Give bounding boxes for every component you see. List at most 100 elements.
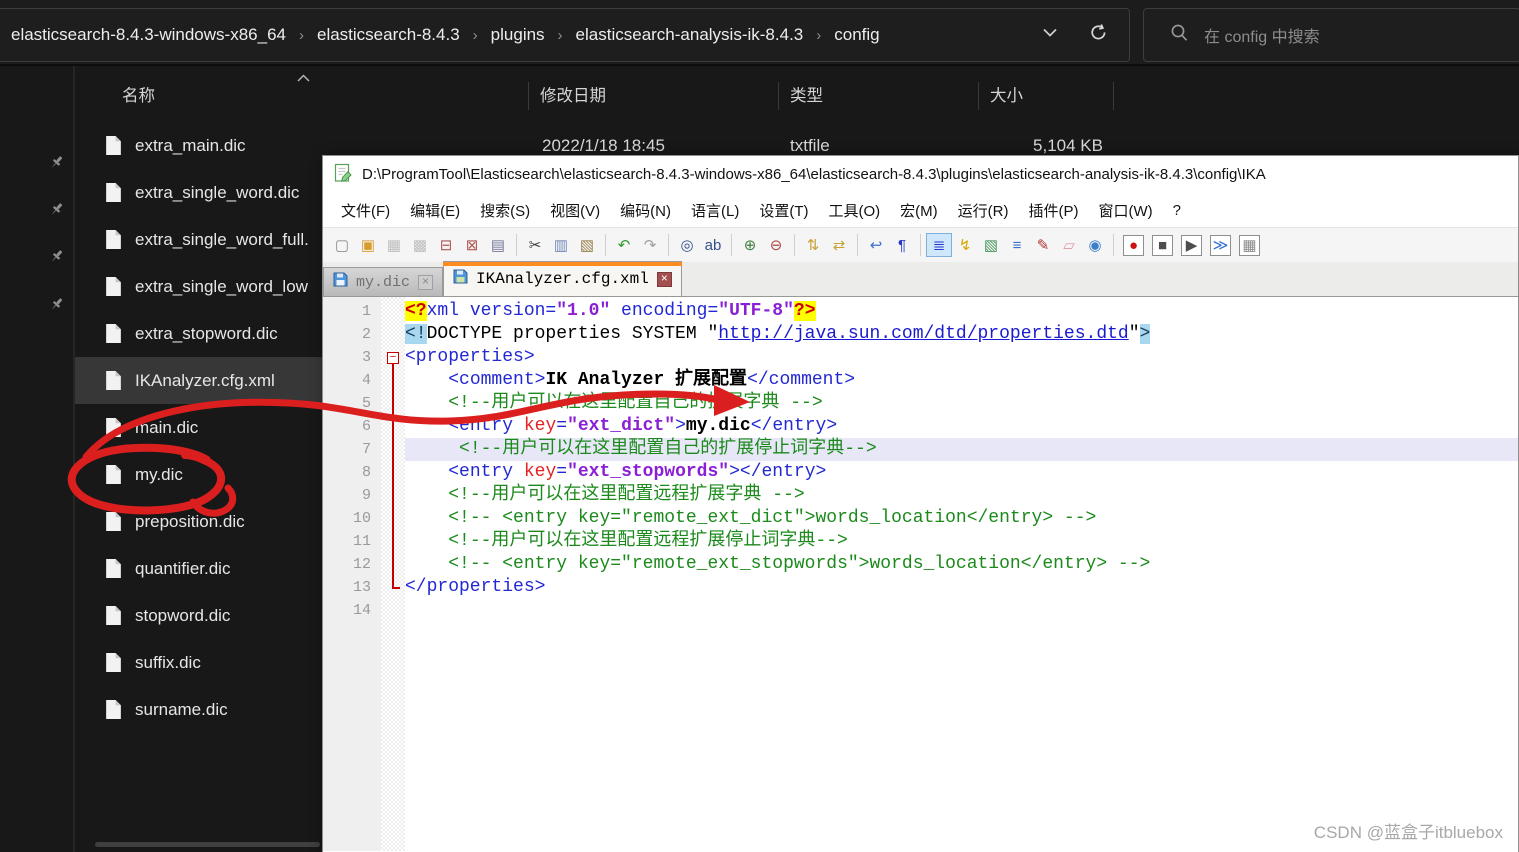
menu-窗口w[interactable]: 窗口(W): [1088, 196, 1162, 225]
macro-save-icon[interactable]: ▦: [1239, 234, 1260, 256]
close-tab-icon[interactable]: ×: [418, 274, 434, 290]
breadcrumb-item[interactable]: plugins: [491, 25, 545, 45]
fold-margin-cell: [381, 392, 405, 415]
menu-运行r[interactable]: 运行(R): [948, 196, 1019, 225]
file-name: extra_single_word_full.: [135, 229, 309, 249]
cut-icon[interactable]: ✂: [522, 233, 548, 257]
show-all-chars-icon[interactable]: ≣: [926, 233, 952, 257]
code-line-10[interactable]: <!-- <entry key="remote_ext_dict">words_…: [405, 507, 1518, 530]
sync-scroll-v-icon[interactable]: ⇅: [800, 233, 826, 257]
saved-file-icon: [453, 269, 468, 289]
code-line-6[interactable]: <entry key="ext_dict">my.dic</entry>: [405, 415, 1518, 438]
column-header-date[interactable]: 修改日期: [540, 82, 606, 106]
search-icon: [1170, 23, 1189, 47]
doc-map-icon[interactable]: ▧: [978, 233, 1004, 257]
function-list-icon[interactable]: ≡: [1004, 233, 1030, 257]
toolbar-separator: [668, 234, 669, 256]
code-line-7[interactable]: <!--用户可以在这里配置自己的扩展停止词字典-->: [405, 438, 1518, 461]
code-line-12[interactable]: <!-- <entry key="remote_ext_stopwords">w…: [405, 553, 1518, 576]
refresh-icon[interactable]: [1088, 22, 1109, 48]
menu-语言l[interactable]: 语言(L): [681, 196, 749, 225]
sort-ascending-icon[interactable]: [296, 70, 311, 88]
macro-run-multiple-icon[interactable]: ≫: [1210, 234, 1231, 256]
breadcrumb-item[interactable]: elasticsearch-8.4.3-windows-x86_64: [11, 25, 286, 45]
macro-play-icon[interactable]: ▶: [1181, 234, 1202, 256]
undo-icon[interactable]: ↶: [611, 233, 637, 257]
menu-文件f[interactable]: 文件(F): [331, 196, 400, 225]
menu-宏m[interactable]: 宏(M): [890, 196, 948, 225]
line-number: 10: [352, 510, 371, 527]
code-line-14[interactable]: [405, 599, 1518, 622]
code-line-13[interactable]: </properties>: [405, 576, 1518, 599]
code-line-9[interactable]: <!--用户可以在这里配置远程扩展字典 -->: [405, 484, 1518, 507]
saved-file-icon: [333, 272, 348, 292]
column-header-size[interactable]: 大小: [990, 82, 1023, 106]
zoom-out-icon[interactable]: ⊖: [763, 233, 789, 257]
indent-guide-icon[interactable]: ↯: [952, 233, 978, 257]
edit-pen-icon[interactable]: ✎: [1030, 233, 1056, 257]
tab-bar: my.dic × IKAnalyzer.cfg.xml ×: [323, 261, 1518, 297]
code-line-1[interactable]: <?xml version="1.0" encoding="UTF-8"?>: [405, 300, 1518, 323]
macro-stop-icon[interactable]: ■: [1152, 234, 1173, 256]
menu-工具o[interactable]: 工具(O): [818, 196, 890, 225]
code-line-3[interactable]: <properties>: [405, 346, 1518, 369]
breadcrumb-item[interactable]: elasticsearch-8.4.3: [317, 25, 460, 45]
file-date: 2022/1/18 18:45: [542, 135, 665, 155]
redo-icon[interactable]: ↷: [637, 233, 663, 257]
code-line-4[interactable]: <comment>IK Analyzer 扩展配置</comment>: [405, 369, 1518, 392]
search-box[interactable]: 在 config 中搜索: [1143, 8, 1519, 62]
replace-icon[interactable]: ab: [700, 233, 726, 257]
line-number-gutter: 1 2 3 4 5 6 7 8 9 10 11 12 13 14: [323, 297, 381, 851]
open-folder-icon[interactable]: ▣: [355, 233, 381, 257]
menu-[interactable]: ?: [1163, 198, 1191, 223]
line-number: 11: [352, 533, 371, 550]
sync-scroll-h-icon[interactable]: ⇄: [826, 233, 852, 257]
titlebar[interactable]: D:\ProgramTool\Elasticsearch\elasticsear…: [323, 156, 1518, 193]
line-number: 5: [361, 395, 371, 412]
tab-my-dic[interactable]: my.dic ×: [323, 267, 444, 296]
fold-margin[interactable]: −: [381, 297, 405, 851]
menu-编码n[interactable]: 编码(N): [610, 196, 681, 225]
pilcrow-icon[interactable]: ¶: [889, 233, 915, 257]
tab-label: IKAnalyzer.cfg.xml: [476, 270, 649, 288]
view-monitor-icon[interactable]: ◉: [1082, 233, 1108, 257]
menu-设置t[interactable]: 设置(T): [749, 196, 818, 225]
project-panel-icon[interactable]: ▱: [1056, 233, 1082, 257]
menu-搜索s[interactable]: 搜索(S): [470, 196, 540, 225]
address-dropdown-icon[interactable]: [1042, 26, 1058, 44]
column-header-type[interactable]: 类型: [790, 82, 823, 106]
file-name: extra_stopword.dic: [135, 323, 278, 343]
address-bar[interactable]: elasticsearch-8.4.3-windows-x86_64 › elast…: [0, 8, 1130, 62]
file-name: my.dic: [135, 464, 183, 484]
close-tab-icon[interactable]: ×: [656, 271, 672, 287]
code-editor[interactable]: 1 2 3 4 5 6 7 8 9 10 11 12 13 14 − <?xml version="1.0…: [323, 297, 1518, 851]
save-icon[interactable]: ▦: [381, 233, 407, 257]
code-line-2[interactable]: <!DOCTYPE properties SYSTEM "http://java…: [405, 323, 1518, 346]
word-wrap-icon[interactable]: ↩: [863, 233, 889, 257]
close-doc-icon[interactable]: ⊟: [433, 233, 459, 257]
code-line-11[interactable]: <!--用户可以在这里配置远程扩展停止词字典-->: [405, 530, 1518, 553]
breadcrumb-item[interactable]: elasticsearch-analysis-ik-8.4.3: [576, 25, 804, 45]
breadcrumb: elasticsearch-8.4.3-windows-x86_64 › elast…: [0, 25, 1042, 45]
breadcrumb-item[interactable]: config: [834, 25, 879, 45]
paste-icon[interactable]: ▧: [574, 233, 600, 257]
code-line-8[interactable]: <entry key="ext_stopwords"></entry>: [405, 461, 1518, 484]
macro-record-icon[interactable]: ●: [1123, 234, 1144, 256]
fold-margin-cell: [381, 300, 405, 323]
column-header-name[interactable]: 名称: [122, 82, 155, 106]
fold-collapse-icon[interactable]: −: [381, 346, 405, 369]
copy-icon[interactable]: ▥: [548, 233, 574, 257]
code-text-area[interactable]: <?xml version="1.0" encoding="UTF-8"?> <!…: [405, 297, 1518, 851]
code-line-5[interactable]: <!--用户可以在这里配置自己的扩展字典 -->: [405, 392, 1518, 415]
find-icon[interactable]: ◎: [674, 233, 700, 257]
menu-视图v[interactable]: 视图(V): [540, 196, 610, 225]
menu-编辑e[interactable]: 编辑(E): [400, 196, 470, 225]
menu-插件p[interactable]: 插件(P): [1018, 196, 1088, 225]
save-all-icon[interactable]: ▩: [407, 233, 433, 257]
horizontal-scrollbar[interactable]: [95, 842, 320, 847]
tab-ikanalyzer-cfg-xml[interactable]: IKAnalyzer.cfg.xml ×: [443, 261, 682, 296]
print-icon[interactable]: ▤: [485, 233, 511, 257]
zoom-in-icon[interactable]: ⊕: [737, 233, 763, 257]
close-all-docs-icon[interactable]: ⊠: [459, 233, 485, 257]
new-file-icon[interactable]: ▢: [329, 233, 355, 257]
